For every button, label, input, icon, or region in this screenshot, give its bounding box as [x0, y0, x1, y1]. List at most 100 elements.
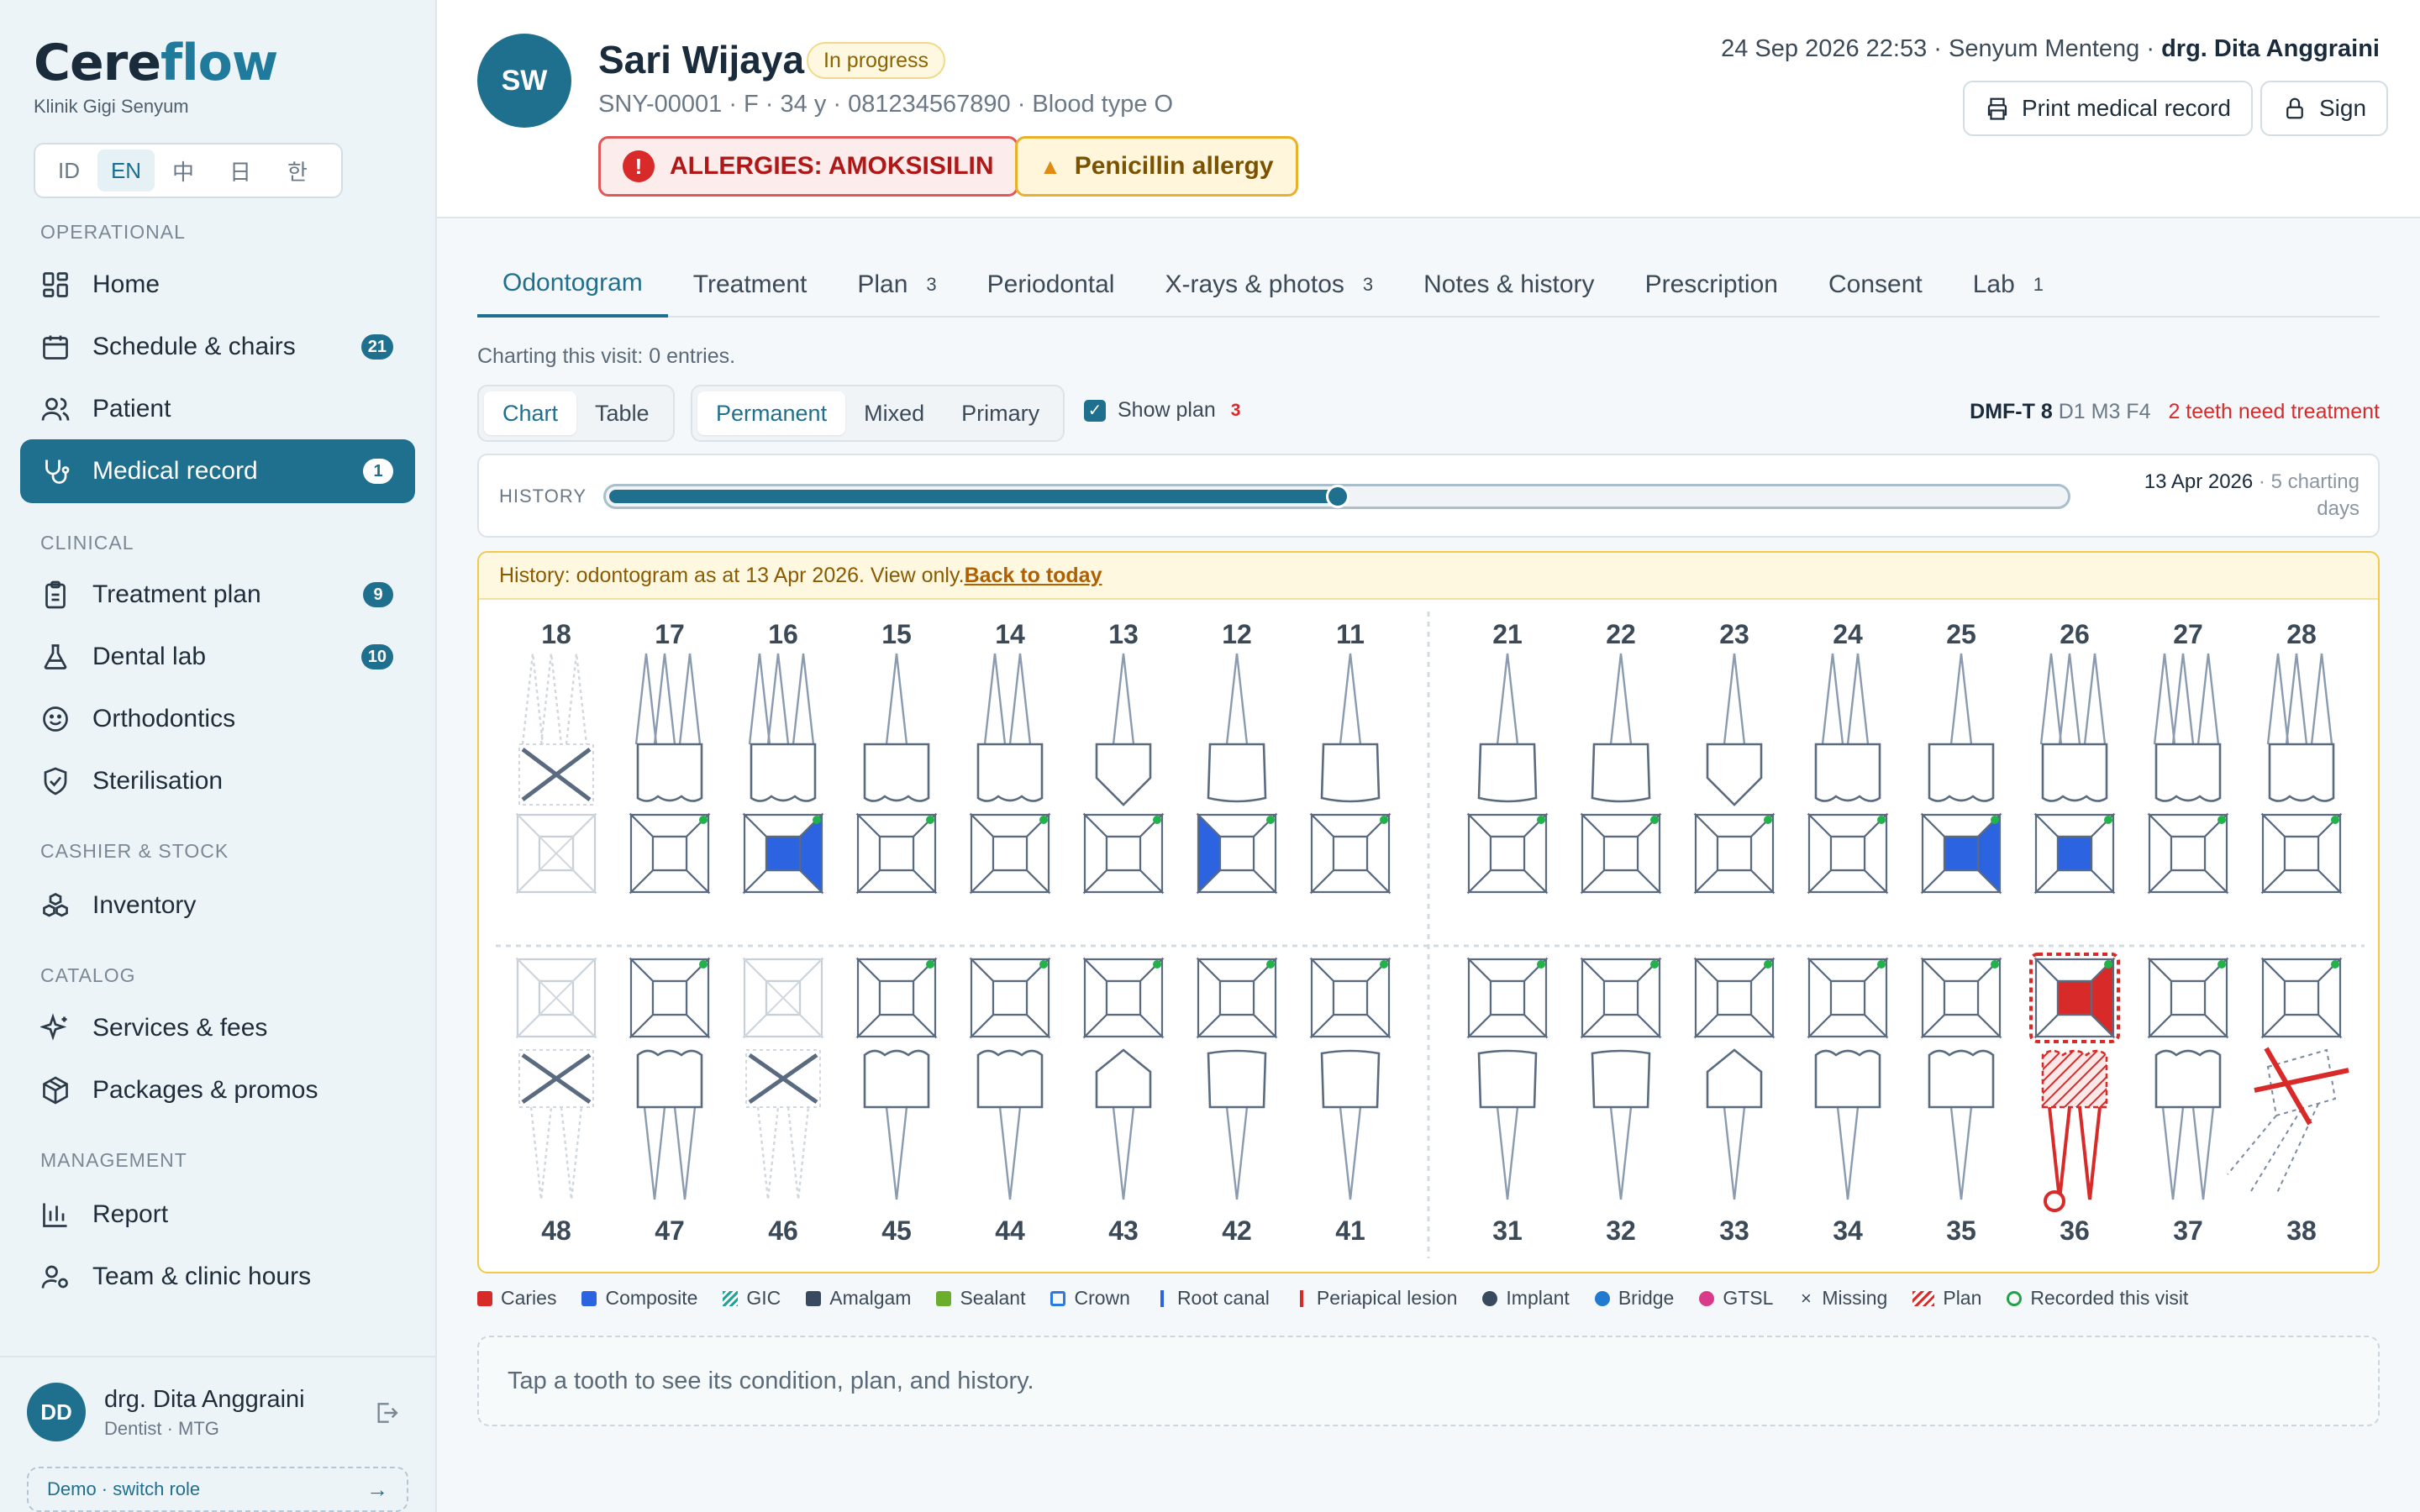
tooth-root-26: [2039, 653, 2063, 745]
tooth-48[interactable]: 48: [515, 957, 597, 1246]
tooth-surface-43-surface-C: [1105, 979, 1142, 1016]
print-record-button[interactable]: Print medical record: [1963, 81, 2253, 136]
tooth-number-11: 11: [1336, 619, 1365, 649]
tooth-24[interactable]: 24: [1807, 619, 1889, 895]
tooth-37[interactable]: 37: [2147, 957, 2229, 1246]
nav-treatment-plan[interactable]: Treatment plan 9: [20, 563, 415, 627]
tooth-36[interactable]: 36: [2029, 953, 2120, 1246]
demo-switch-role[interactable]: Demo · switch role →: [27, 1467, 408, 1512]
clipboard-icon: [45, 580, 66, 609]
tooth-16[interactable]: 16: [742, 619, 824, 895]
tooth-25[interactable]: 25: [1920, 619, 2002, 895]
tooth-13[interactable]: 13: [1082, 619, 1165, 895]
tooth-44[interactable]: 44: [969, 957, 1051, 1246]
view-table[interactable]: Table: [576, 391, 668, 435]
tooth-43[interactable]: 43: [1082, 957, 1165, 1246]
tooth-15[interactable]: 15: [855, 619, 938, 895]
nav-report[interactable]: Report: [20, 1183, 415, 1247]
nav-services-label: Services & fees: [92, 1014, 268, 1042]
history-days: 5 charting: [2270, 470, 2360, 493]
tooth-crown-14: [976, 743, 1044, 802]
tooth-42[interactable]: 42: [1196, 957, 1278, 1246]
tooth-28[interactable]: 28: [2260, 619, 2343, 895]
tab-odontogram[interactable]: Odontogram: [477, 252, 668, 318]
tooth-surface-34-recorded-dot: [1877, 960, 1886, 969]
nav-orthodontics[interactable]: Orthodontics: [20, 687, 415, 751]
tooth-number-36: 36: [2060, 1215, 2090, 1246]
nav-services[interactable]: Services & fees: [20, 996, 415, 1060]
tooth-41[interactable]: 41: [1309, 957, 1392, 1246]
tooth-34[interactable]: 34: [1807, 957, 1889, 1246]
show-plan-checkbox[interactable]: ✓: [1084, 399, 1106, 422]
nav-schedule[interactable]: Schedule & chairs 21: [20, 315, 415, 379]
tab-lab[interactable]: Lab 1: [1948, 252, 2069, 318]
tooth-crown-42: [1207, 1049, 1267, 1109]
show-plan-toggle[interactable]: ✓ Show plan 3: [1084, 398, 1240, 423]
tab-periodontal[interactable]: Periodontal: [962, 252, 1140, 318]
tooth-surface-25-recorded-dot: [1991, 816, 1999, 824]
tab-treatment[interactable]: Treatment: [668, 252, 833, 318]
tooth-root-46: [786, 1106, 810, 1200]
tooth-18[interactable]: 18: [515, 619, 597, 895]
nav-inventory[interactable]: Inventory: [20, 874, 415, 937]
tooth-38[interactable]: 38: [2227, 957, 2349, 1246]
lang-ja[interactable]: 日: [212, 150, 269, 192]
legend-label: Missing: [1822, 1287, 1888, 1309]
tab-plan[interactable]: Plan 3: [832, 252, 961, 318]
allergy-alert[interactable]: ! ALLERGIES: AMOKSISILIN: [598, 136, 1018, 197]
tooth-17[interactable]: 17: [629, 619, 711, 895]
tooth-32[interactable]: 32: [1580, 957, 1662, 1246]
sign-button[interactable]: Sign: [2260, 81, 2389, 136]
tooth-number-12: 12: [1222, 619, 1252, 649]
user-avatar[interactable]: DD: [27, 1383, 86, 1441]
view-chart[interactable]: Chart: [484, 391, 577, 435]
lang-id[interactable]: ID: [40, 150, 97, 192]
tooth-surface-47-recorded-dot: [699, 960, 708, 969]
dentition-primary[interactable]: Primary: [943, 391, 1058, 435]
history-slider-track[interactable]: [603, 484, 2070, 509]
tooth-surface-45-surface-C: [878, 979, 915, 1016]
nav-packages[interactable]: Packages & promos: [20, 1058, 415, 1122]
tooth-35[interactable]: 35: [1920, 957, 2002, 1246]
legend-item-missing: × Missing: [1798, 1287, 1887, 1310]
tooth-33[interactable]: 33: [1693, 957, 1776, 1246]
tooth-26[interactable]: 26: [2033, 619, 2116, 895]
tooth-14[interactable]: 14: [969, 619, 1051, 895]
tooth-12[interactable]: 12: [1196, 619, 1278, 895]
tooth-46[interactable]: 46: [742, 957, 824, 1246]
nav-team[interactable]: Team & clinic hours: [20, 1245, 415, 1309]
tooth-23[interactable]: 23: [1693, 619, 1776, 895]
dentition-mixed[interactable]: Mixed: [845, 391, 943, 435]
nav-patient[interactable]: Patient: [20, 377, 415, 441]
brand-logo[interactable]: Cereflow: [34, 34, 278, 92]
nav-sterilisation-label: Sterilisation: [92, 767, 224, 795]
history-slider-thumb[interactable]: [1326, 485, 1349, 508]
tooth-11[interactable]: 11: [1309, 619, 1392, 895]
need-treatment[interactable]: 2 teeth need treatment: [2168, 400, 2380, 423]
tooth-root-28: [2310, 653, 2333, 745]
nav-sterilisation[interactable]: Sterilisation: [20, 749, 415, 813]
brand-name-b: flow: [160, 34, 278, 92]
legend-item-sealant: Sealant: [936, 1287, 1025, 1310]
tooth-27[interactable]: 27: [2147, 619, 2229, 895]
dentition-permanent[interactable]: Permanent: [697, 391, 846, 435]
lang-zh[interactable]: 中: [155, 150, 212, 192]
tab-notes[interactable]: Notes & history: [1398, 252, 1619, 318]
tab-consent[interactable]: Consent: [1803, 252, 1948, 318]
nav-medical-record[interactable]: Medical record 1: [20, 439, 415, 503]
lang-ko[interactable]: 한: [269, 150, 326, 192]
tab-lab-count: 1: [2033, 274, 2044, 295]
tooth-31[interactable]: 31: [1466, 957, 1549, 1246]
tab-xrays[interactable]: X-rays & photos 3: [1139, 252, 1398, 318]
nav-dental-lab[interactable]: Dental lab 10: [20, 625, 415, 689]
lang-en[interactable]: EN: [97, 150, 155, 192]
tooth-21[interactable]: 21: [1466, 619, 1549, 895]
logout-icon[interactable]: [373, 1399, 400, 1426]
nav-treatment-plan-label: Treatment plan: [92, 580, 261, 608]
tooth-22[interactable]: 22: [1580, 619, 1662, 895]
tooth-47[interactable]: 47: [629, 957, 711, 1246]
penicillin-warning[interactable]: ▲ Penicillin allergy: [1015, 136, 1298, 197]
nav-home[interactable]: Home: [20, 253, 415, 317]
tab-prescription[interactable]: Prescription: [1620, 252, 1803, 318]
tooth-45[interactable]: 45: [855, 957, 938, 1246]
